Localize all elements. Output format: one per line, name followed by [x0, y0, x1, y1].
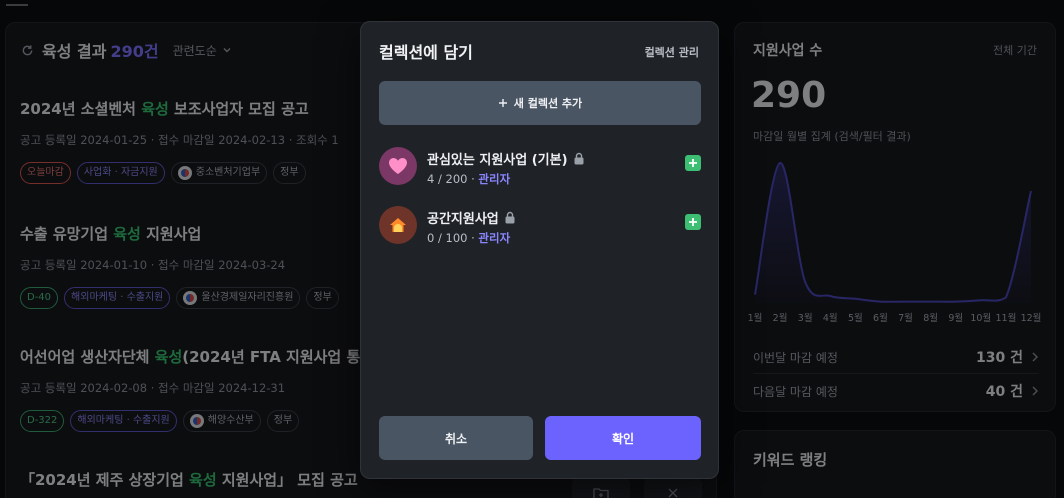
manage-collections-link[interactable]: 컬렉션 관리: [645, 44, 699, 60]
heart-icon: [389, 158, 407, 174]
collection-name: 공간지원사업: [427, 208, 516, 227]
plus-icon: [689, 218, 697, 226]
collection-name: 관심있는 지원사업 (기본): [427, 149, 585, 168]
collection-avatar: [379, 147, 417, 185]
collection-item[interactable]: 관심있는 지원사업 (기본) 4 / 200 · 관리자: [379, 147, 701, 187]
collection-meta: 4 / 200 · 관리자: [427, 172, 511, 186]
add-collection-label: 새 컬렉션 추가: [513, 97, 583, 110]
collection-item[interactable]: 공간지원사업 0 / 100 · 관리자: [379, 206, 701, 246]
lock-icon: [574, 152, 584, 165]
add-to-collection-button[interactable]: [685, 155, 701, 171]
add-collection-button[interactable]: 새 컬렉션 추가: [379, 81, 701, 125]
plus-icon: [498, 99, 507, 107]
lock-icon: [505, 211, 515, 224]
confirm-button[interactable]: 확인: [545, 416, 701, 460]
modal-title: 컬렉션에 담기: [379, 43, 473, 62]
house-icon: [390, 218, 406, 232]
collection-avatar: [379, 206, 417, 244]
plus-icon: [689, 159, 697, 167]
collection-modal: 컬렉션에 담기 컬렉션 관리 새 컬렉션 추가 관심있는 지원사업 (기본) 4…: [360, 21, 719, 479]
cancel-button[interactable]: 취소: [379, 416, 533, 460]
collection-meta: 0 / 100 · 관리자: [427, 231, 511, 245]
add-to-collection-button[interactable]: [685, 214, 701, 230]
